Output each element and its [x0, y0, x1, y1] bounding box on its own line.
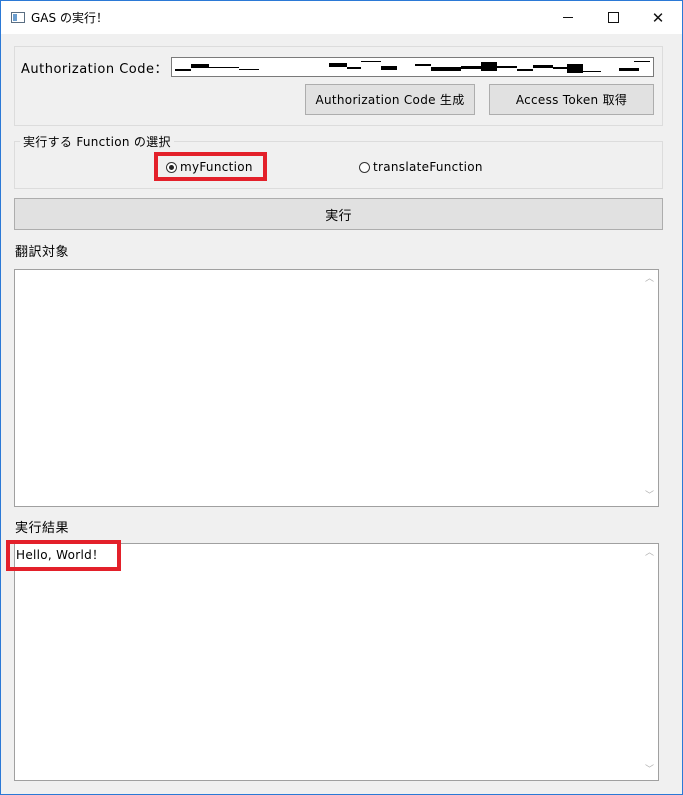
chevron-down-icon[interactable]: ﹀ — [645, 766, 654, 775]
execution-result-label: 実行結果 — [15, 521, 70, 536]
radio-unchecked-icon — [359, 161, 370, 173]
authorization-code-label: Authorization Code： — [21, 62, 168, 77]
redaction-mark — [553, 67, 567, 69]
redaction-mark — [481, 62, 497, 71]
translation-target-textarea[interactable]: ︿ ﹀ — [14, 269, 659, 507]
redaction-mark — [533, 65, 553, 68]
highlight-box — [6, 540, 121, 571]
window-title: GAS の実行！ — [31, 11, 108, 25]
redaction-mark — [329, 63, 347, 67]
chevron-up-icon[interactable]: ︿ — [645, 549, 654, 558]
generate-authorization-code-button[interactable]: Authorization Code 生成 — [305, 84, 475, 115]
close-button[interactable]: ✕ — [635, 1, 681, 34]
redaction-mark — [175, 69, 191, 71]
translation-target-label: 翻訳対象 — [15, 245, 70, 260]
redaction-mark — [239, 69, 259, 70]
authorization-code-input[interactable] — [171, 57, 654, 77]
title-bar: GAS の実行！ ✕ — [1, 1, 682, 34]
chevron-up-icon[interactable]: ︿ — [645, 275, 654, 284]
radio-label: translateFunction — [373, 160, 483, 174]
vertical-scrollbar[interactable]: ︿ ﹀ — [641, 270, 658, 506]
minimize-icon — [563, 17, 573, 18]
redaction-mark — [619, 68, 639, 71]
maximize-button[interactable] — [590, 1, 636, 34]
redaction-mark — [191, 64, 209, 68]
redaction-mark — [517, 69, 533, 71]
close-icon: ✕ — [651, 8, 665, 27]
highlight-box — [154, 152, 267, 181]
chevron-down-icon[interactable]: ﹀ — [645, 492, 654, 501]
maximize-icon — [607, 12, 619, 23]
app-window: GAS の実行！ ✕ Authorization Code： Authoriza… — [0, 0, 683, 795]
redaction-mark — [415, 64, 431, 66]
redaction-mark — [567, 64, 583, 73]
minimize-button[interactable] — [545, 1, 591, 34]
redaction-mark — [461, 66, 481, 69]
get-access-token-button[interactable]: Access Token 取得 — [489, 84, 654, 115]
radio-translate-function[interactable]: translateFunction — [359, 160, 483, 174]
redaction-mark — [431, 67, 461, 71]
vertical-scrollbar[interactable]: ︿ ﹀ — [641, 544, 658, 780]
redaction-mark — [347, 67, 361, 69]
execution-result-textarea[interactable]: ︿ ﹀ — [14, 543, 659, 781]
redaction-mark — [634, 61, 650, 62]
redaction-mark — [209, 67, 239, 68]
redaction-mark — [583, 71, 601, 72]
app-icon — [11, 12, 25, 23]
function-select-legend: 実行する Function の選択 — [20, 133, 174, 150]
redaction-mark — [381, 66, 397, 70]
run-button[interactable]: 実行 — [14, 198, 663, 230]
redaction-mark — [497, 66, 517, 68]
redaction-mark — [361, 61, 381, 62]
